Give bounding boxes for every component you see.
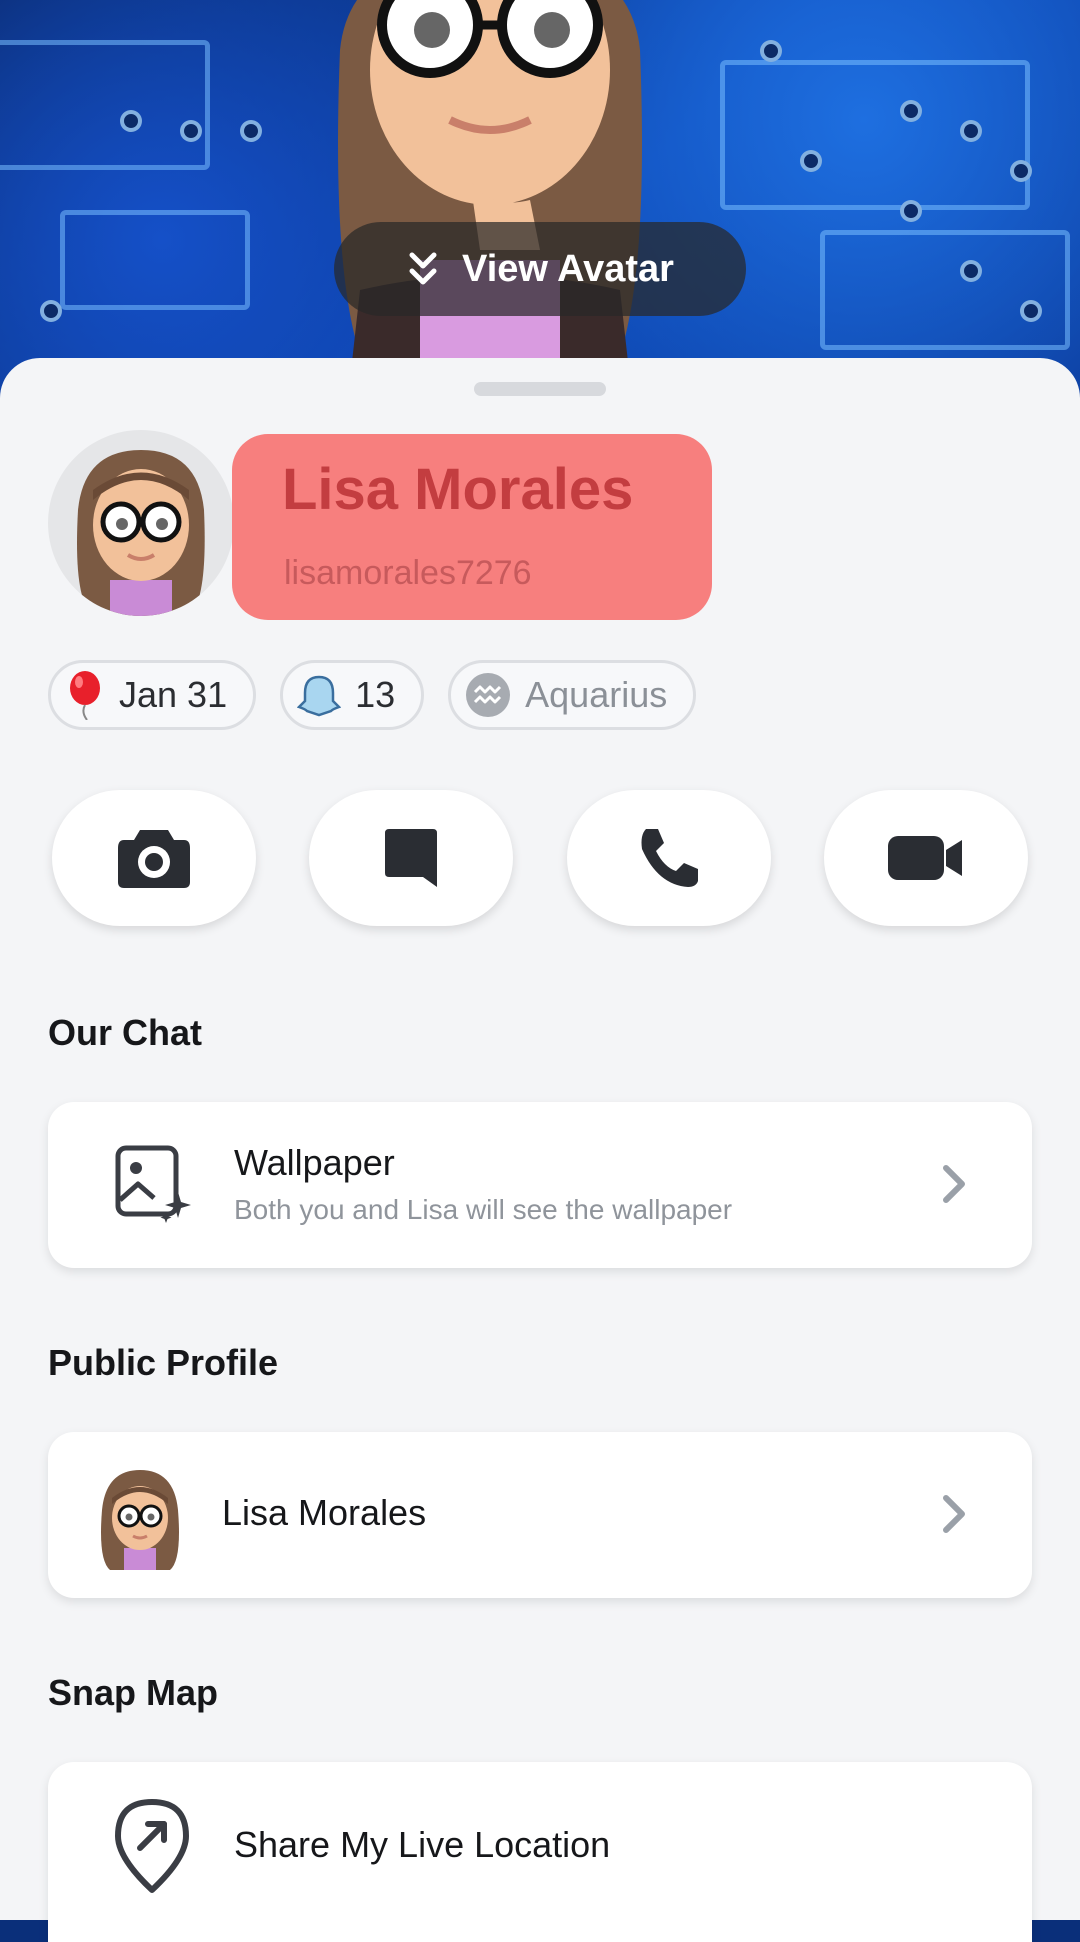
circuit-dot: [960, 260, 982, 282]
balloon-icon: [70, 671, 100, 720]
circuit-trace: [0, 40, 210, 170]
circuit-trace: [820, 230, 1070, 350]
share-live-location-row[interactable]: Share My Live Location: [48, 1762, 1032, 1942]
circuit-dot: [900, 200, 922, 222]
circuit-dot: [120, 110, 142, 132]
circuit-trace: [720, 60, 1030, 210]
double-chevron-down-icon: [409, 252, 437, 285]
zodiac-chip[interactable]: Aquarius: [448, 660, 697, 730]
section-title-public-profile: Public Profile: [48, 1342, 279, 1383]
camera-button[interactable]: [52, 790, 256, 926]
section-title-snap-map: Snap Map: [48, 1672, 219, 1713]
chevron-right-icon: [943, 1165, 965, 1203]
circuit-dot: [800, 150, 822, 172]
location-share-icon: [115, 1799, 189, 1893]
wallpaper-icon: [115, 1145, 191, 1223]
zodiac-label: Aquarius: [525, 674, 668, 715]
profile-chips: Jan 31 13 Aquarius: [48, 660, 697, 730]
share-live-location-label: Share My Live Location: [234, 1824, 611, 1865]
profile-name-block: Lisa Morales lisamorales7276: [232, 434, 712, 620]
chevron-right-icon: [943, 1495, 965, 1533]
wallpaper-row[interactable]: Wallpaper Both you and Lisa will see the…: [48, 1102, 1032, 1268]
circuit-dot: [760, 40, 782, 62]
circuit-dot: [960, 120, 982, 142]
circuit-dot: [1020, 300, 1042, 322]
aquarius-icon: [466, 673, 511, 717]
username[interactable]: lisamorales7276: [284, 554, 532, 593]
video-call-icon: [887, 836, 962, 880]
circuit-trace: [60, 210, 250, 310]
circuit-dot: [40, 300, 62, 322]
wallpaper-title: Wallpaper: [234, 1142, 395, 1183]
view-avatar-button[interactable]: View Avatar: [334, 222, 746, 316]
section-title-our-chat: Our Chat: [48, 1012, 203, 1053]
avatar-hero-image: [338, 0, 642, 380]
avatar[interactable]: [48, 430, 234, 616]
sheet-drag-handle[interactable]: [474, 382, 606, 396]
camera-icon: [118, 830, 190, 888]
birthday-label: Jan 31: [119, 674, 228, 715]
phone-call-button[interactable]: [566, 790, 771, 926]
circuit-dot: [900, 100, 922, 122]
snapscore-ghost-icon: [297, 675, 342, 717]
circuit-dot: [1010, 160, 1032, 182]
phone-icon: [641, 829, 698, 887]
display-name: Lisa Morales: [282, 457, 634, 522]
public-profile-row[interactable]: Lisa Morales: [48, 1432, 1032, 1598]
snapscore-label: 13: [355, 674, 396, 715]
snapscore-chip[interactable]: 13: [280, 660, 425, 730]
circuit-dot: [180, 120, 202, 142]
public-profile-name: Lisa Morales: [222, 1492, 427, 1533]
birthday-chip[interactable]: Jan 31: [48, 660, 257, 730]
quick-actions: [52, 790, 1028, 926]
chat-icon: [385, 829, 438, 887]
wallpaper-subtitle: Both you and Lisa will see the wallpaper: [234, 1194, 733, 1225]
view-avatar-label: View Avatar: [462, 247, 674, 290]
chat-button[interactable]: [309, 790, 514, 926]
bitmoji-avatar-image: [77, 450, 205, 616]
profile-banner: View Avatar: [0, 0, 1080, 400]
circuit-dot: [240, 120, 262, 142]
profile-sheet: Lisa Morales lisamorales7276 Jan 31 13 A…: [0, 358, 1080, 1942]
video-call-button[interactable]: [823, 790, 1028, 926]
public-profile-avatar: [101, 1470, 179, 1570]
